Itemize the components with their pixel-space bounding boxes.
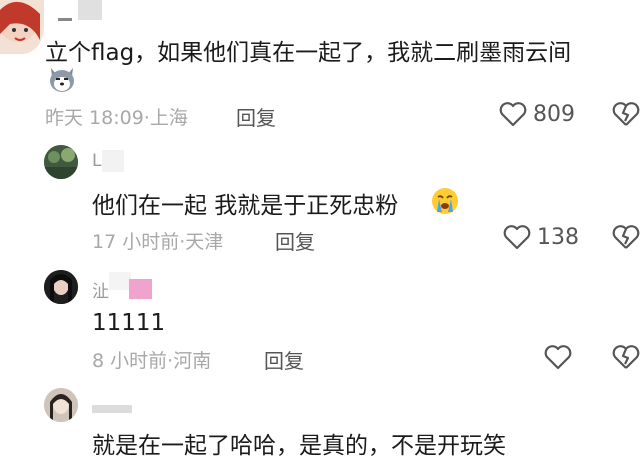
comment-text: 立个flag，如果他们真在一起了，我就二刷墨雨云间 bbox=[45, 40, 572, 66]
like-button[interactable]: 138 bbox=[503, 224, 579, 250]
heart-icon bbox=[503, 224, 531, 250]
broken-heart-icon[interactable] bbox=[612, 344, 640, 370]
pink-badge bbox=[129, 279, 152, 299]
avatar[interactable] bbox=[44, 388, 78, 422]
broken-heart-icon[interactable] bbox=[612, 224, 640, 250]
comment-meta: 昨天 18:09·上海 bbox=[45, 107, 188, 129]
username-redacted bbox=[58, 18, 72, 21]
like-count: 138 bbox=[537, 224, 579, 250]
reply-button[interactable]: 回复 bbox=[275, 226, 315, 255]
avatar[interactable] bbox=[0, 0, 44, 54]
username-redacted bbox=[102, 150, 124, 172]
like-button[interactable]: 809 bbox=[499, 101, 575, 127]
avatar[interactable] bbox=[44, 145, 78, 179]
comment-text: 他们在一起 我就是于正死忠粉 bbox=[92, 193, 399, 219]
comment-meta: 8 小时前·河南 bbox=[92, 350, 212, 372]
crying-emoji bbox=[430, 186, 460, 220]
reply-button[interactable]: 回复 bbox=[264, 345, 304, 374]
username-redacted bbox=[92, 405, 132, 413]
location: 河南 bbox=[173, 350, 212, 372]
heart-icon[interactable] bbox=[544, 344, 572, 370]
location: 天津 bbox=[185, 231, 224, 253]
husky-emoji bbox=[46, 62, 78, 98]
timestamp: 8 小时前 bbox=[92, 350, 168, 372]
comment-text: 就是在一起了哈哈，是真的，不是开玩笑 bbox=[92, 433, 506, 457]
avatar[interactable] bbox=[44, 270, 78, 304]
timestamp: 昨天 18:09 bbox=[45, 107, 144, 129]
username[interactable]: L bbox=[92, 151, 101, 171]
broken-heart-icon[interactable] bbox=[612, 101, 640, 127]
comment-thread: 立个flag，如果他们真在一起了，我就二刷墨雨云间 昨天 18:09·上海 回复… bbox=[0, 0, 640, 457]
reply-button[interactable]: 回复 bbox=[236, 102, 276, 131]
timestamp: 17 小时前 bbox=[92, 231, 180, 253]
comment-meta: 17 小时前·天津 bbox=[92, 231, 224, 253]
like-count: 809 bbox=[533, 101, 575, 127]
username-redacted bbox=[78, 0, 102, 20]
username-redacted bbox=[109, 272, 131, 290]
username[interactable]: 沚 bbox=[92, 277, 109, 302]
location: 上海 bbox=[149, 107, 188, 129]
heart-icon bbox=[499, 101, 527, 127]
comment-text: 11111 bbox=[92, 310, 166, 336]
